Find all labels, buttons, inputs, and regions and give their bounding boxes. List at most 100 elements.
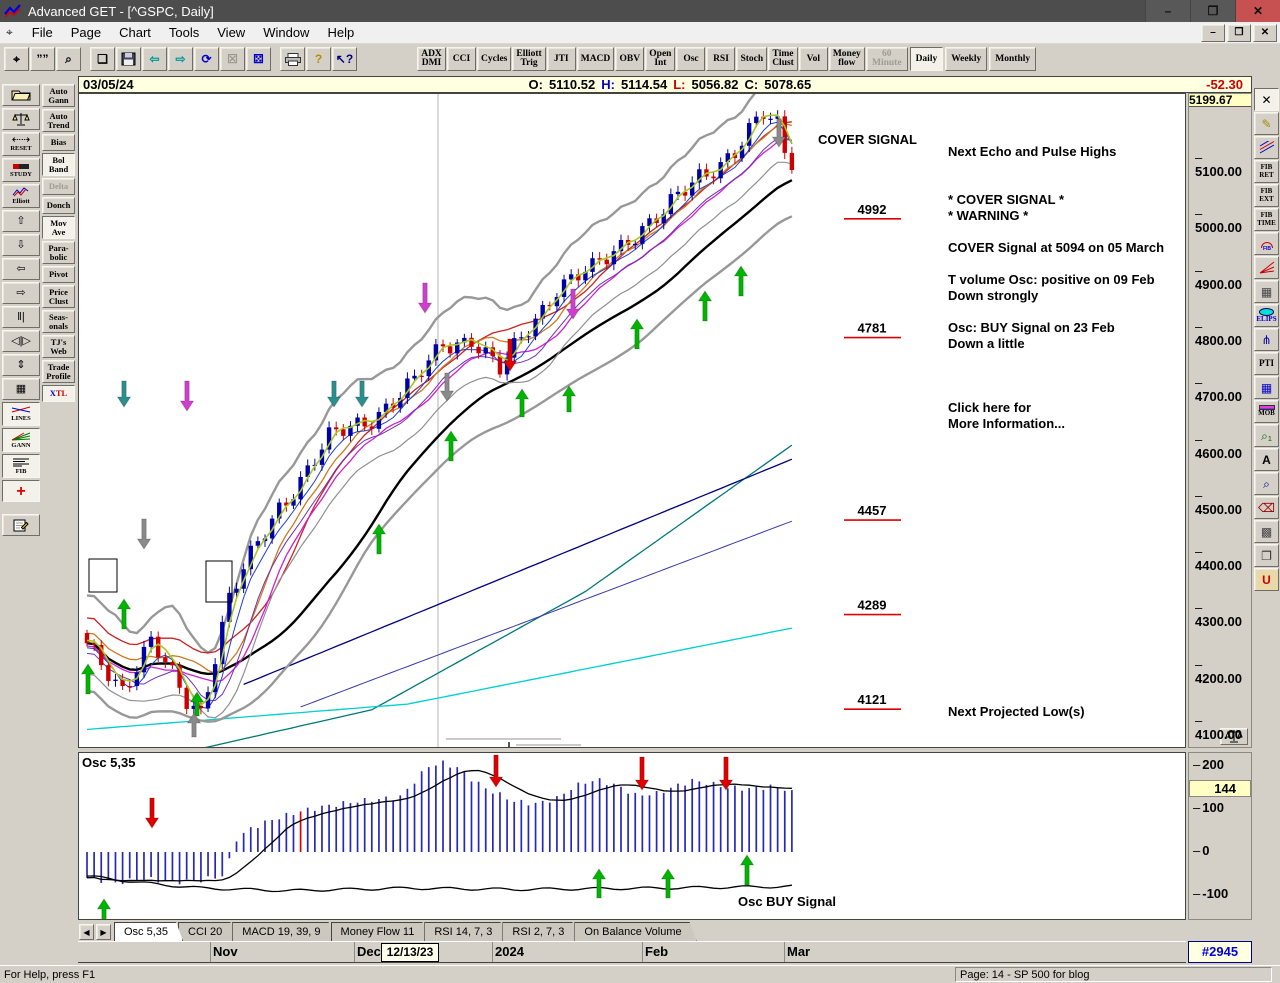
jti-button[interactable]: JTI [546, 47, 576, 71]
menu-page[interactable]: Page [62, 23, 110, 42]
gann-button[interactable]: GANN [2, 428, 40, 452]
fib-circle-button[interactable]: FIB [1254, 232, 1279, 255]
scroll-left-button[interactable]: ⇦ [2, 258, 40, 280]
menu-help[interactable]: Help [318, 23, 363, 42]
time-clust-button[interactable]: Time Clust [768, 47, 798, 71]
obv-button[interactable]: OBV [615, 47, 645, 71]
osc-button[interactable]: Osc [676, 47, 706, 71]
mob-button[interactable]: MOB [1254, 400, 1279, 423]
money-lens-button[interactable]: ⌕₁ [1254, 424, 1279, 447]
tab-rsi-14-7-3[interactable]: RSI 14, 7, 3 [424, 922, 507, 941]
fib-time-button[interactable]: FIB TIME [1254, 208, 1279, 231]
help-button[interactable]: ? [306, 47, 331, 71]
gann-fan-button[interactable] [1254, 256, 1279, 279]
text-tool-button[interactable]: A [1254, 448, 1279, 471]
save-button[interactable] [116, 47, 141, 71]
elliott-button[interactable]: Elliott [2, 184, 40, 208]
tab-money-flow-11[interactable]: Money Flow 11 [331, 922, 430, 941]
delta-button[interactable]: Delta [42, 178, 75, 195]
pitchfork-tool-button[interactable]: ⋔ [1254, 328, 1279, 351]
donch-button[interactable]: Donch [42, 197, 75, 214]
scroll-up-button[interactable]: ⇧ [2, 210, 40, 232]
copy-notes-button[interactable]: ❐ [1254, 544, 1279, 567]
mdi-minimize-button[interactable]: – [1201, 23, 1225, 42]
minimize-button[interactable]: – [1145, 0, 1190, 22]
bar-expand-button[interactable]: ◁|▷ [2, 330, 40, 352]
red-cross-button[interactable]: + [2, 480, 40, 502]
pin-tool-button[interactable]: ⌖ [4, 47, 29, 71]
auto-trend-button[interactable]: Auto Trend [42, 109, 75, 132]
refresh-book-button[interactable]: ⟳ [194, 47, 219, 71]
eraser-tool-button[interactable]: ⌫ [1254, 496, 1279, 519]
mdi-restore-button[interactable]: ❐ [1227, 23, 1251, 42]
rsi-button[interactable]: RSI [706, 47, 736, 71]
tf-weekly-button[interactable]: Weekly [945, 47, 988, 71]
lines-button[interactable]: LINES [2, 402, 40, 426]
study-button[interactable]: STUDY [2, 158, 40, 182]
scroll-right-button[interactable]: ⇨ [2, 282, 40, 304]
fib-extension-button[interactable]: FIB EXT [1254, 184, 1279, 207]
bias-button[interactable]: Bias [42, 134, 75, 151]
context-help-button[interactable]: ↖? [332, 47, 357, 71]
pivot-button[interactable]: Pivot [42, 266, 75, 283]
tab-cci-20[interactable]: CCI 20 [178, 922, 237, 941]
close-button[interactable]: ✕ [1235, 0, 1280, 22]
price-axis[interactable]: 5199.67 5100.00 5000.00 4900.00 4800.00 4700… [1188, 93, 1252, 748]
tab-scroll-left-button[interactable]: ◀ [79, 924, 94, 940]
scales-button[interactable] [2, 108, 40, 130]
print-button[interactable] [280, 47, 305, 71]
magnet-button[interactable]: U [1254, 568, 1279, 591]
tf-60-minute-button[interactable]: 60 Minute [866, 47, 908, 71]
pointer-tool-button[interactable]: ✕ [1254, 88, 1279, 111]
date-axis[interactable]: Nov Dec 2024 Feb Mar 12/13/23 [78, 941, 1186, 963]
pti-button[interactable]: PTI [1254, 352, 1279, 375]
tf-monthly-button[interactable]: Monthly [989, 47, 1037, 71]
mdi-close-button[interactable]: ✕ [1253, 23, 1277, 42]
quotes-button[interactable]: ”” [30, 47, 55, 71]
new-page-button[interactable]: ❏ [90, 47, 115, 71]
grid-tool-button[interactable]: ▦ [1254, 280, 1279, 303]
date-marker-box[interactable]: 12/13/23 [381, 943, 439, 962]
pattern-tool-button[interactable]: ▩ [1254, 520, 1279, 543]
reset-button[interactable]: ⇠⇢ RESET [2, 132, 40, 156]
menu-tools[interactable]: Tools [160, 23, 208, 42]
vol-button[interactable]: Vol [798, 47, 828, 71]
money-flow-button[interactable]: Money flow [828, 47, 865, 71]
price-clust-button[interactable]: Price Clust [42, 285, 75, 308]
seasonals-button[interactable]: Seas-onals [42, 310, 75, 333]
adx-dmi-button[interactable]: ADX DMI [417, 47, 446, 71]
tf-daily-button[interactable]: Daily [909, 47, 944, 71]
vertical-scale-button[interactable]: ⇕ [2, 354, 40, 376]
tab-osc-5-35[interactable]: Osc 5,35 [114, 922, 183, 941]
tab-rsi-2-7-3[interactable]: RSI 2, 7, 3 [502, 922, 579, 941]
macd-button[interactable]: MACD [576, 47, 615, 71]
pencil-tool-button[interactable]: ✎ [1254, 112, 1279, 135]
auto-gann-button[interactable]: Auto Gann [42, 84, 75, 107]
mov-ave-button[interactable]: Mov Ave [42, 216, 75, 239]
restore-button[interactable]: ❐ [1190, 0, 1235, 22]
menu-window[interactable]: Window [254, 23, 318, 42]
scroll-down-button[interactable]: ⇩ [2, 234, 40, 256]
blue-grid-button[interactable]: ▦ [1254, 376, 1279, 399]
grid-button[interactable]: ▦ [2, 378, 40, 400]
menu-file[interactable]: File [23, 23, 62, 42]
open-chart-button[interactable] [2, 84, 40, 106]
trade-profile-button[interactable]: Trade Profile [42, 360, 75, 383]
cycles-button[interactable]: Cycles [477, 47, 512, 71]
fib-retracement-button[interactable]: FIB RET [1254, 160, 1279, 183]
ellipse-tool-button[interactable]: ELIPS [1254, 304, 1279, 327]
tab-scroll-right-button[interactable]: ▶ [96, 924, 111, 940]
fib-button[interactable]: FIB [2, 454, 40, 478]
oscillator-panel-canvas[interactable]: Osc 5,35 Osc BUY Signal [78, 752, 1186, 928]
tab-macd-19-39-9[interactable]: MACD 19, 39, 9 [232, 922, 335, 941]
search-button[interactable]: ⌕ [56, 47, 81, 71]
tjs-web-button[interactable]: TJ's Web [42, 335, 75, 358]
menu-chart[interactable]: Chart [110, 23, 160, 42]
xtl-button[interactable]: X TL [42, 385, 75, 402]
bol-band-button[interactable]: Bol Band [42, 153, 75, 176]
trend-lines-button[interactable] [1254, 136, 1279, 159]
page-forward-button[interactable]: ⇨ [168, 47, 193, 71]
menu-view[interactable]: View [208, 23, 254, 42]
elliott-trig-button[interactable]: Elliott Trig [512, 47, 546, 71]
price-chart-canvas[interactable]: 4992 4781 4457 4289 4121 COVER SIGNAL Next Ech… [78, 69, 1186, 776]
